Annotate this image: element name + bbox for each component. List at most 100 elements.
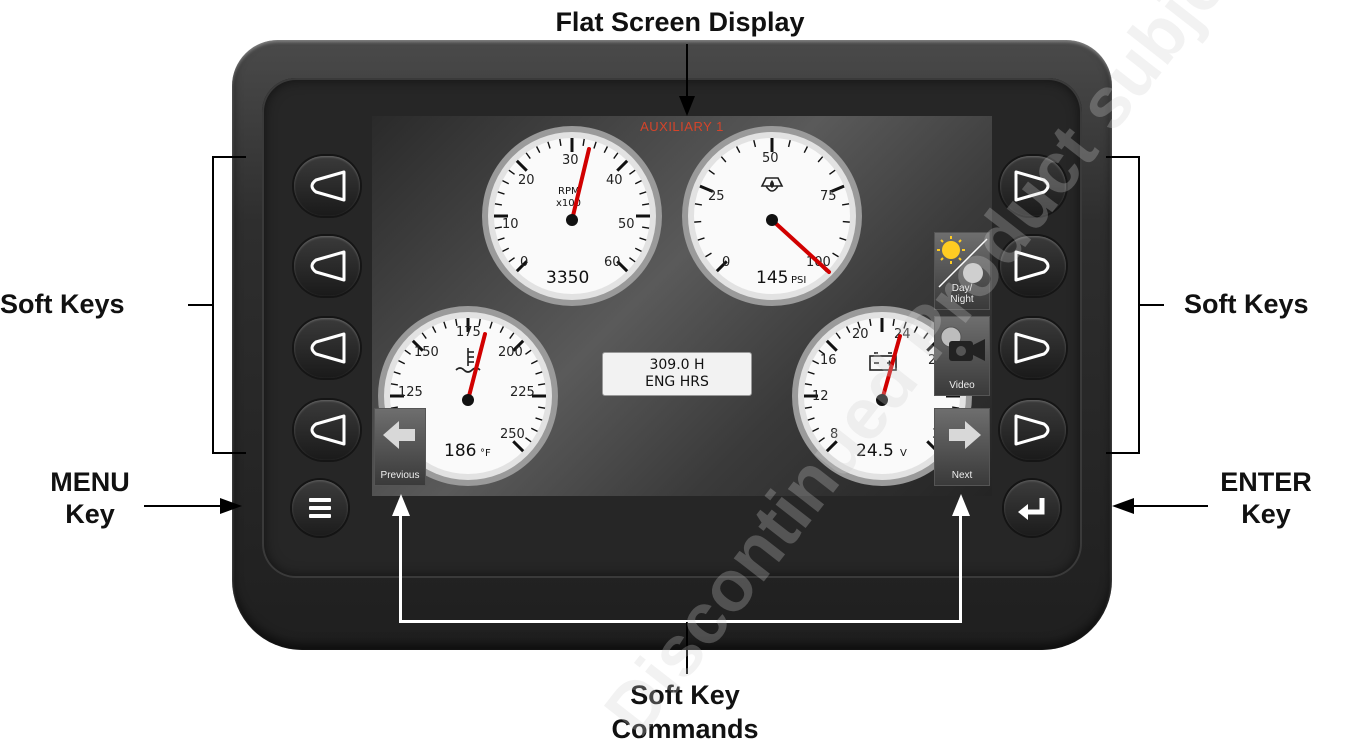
- commands-bracket-right: [959, 512, 962, 622]
- left-bracket-tick: [188, 304, 212, 306]
- hamburger-menu-icon: [309, 498, 331, 518]
- triangle-left-icon: [310, 170, 346, 202]
- previous-command[interactable]: Previous: [374, 408, 426, 486]
- right-bracket-top: [1106, 156, 1140, 158]
- arrow-down-icon: [679, 96, 695, 116]
- right-bracket-bottom: [1106, 452, 1140, 454]
- left-soft-key-2[interactable]: [294, 236, 360, 296]
- rpm-tick-label: 20: [518, 173, 535, 188]
- engine-hours-label: ENG HRS: [645, 374, 709, 390]
- triangle-right-icon: [1014, 250, 1050, 282]
- volt-tick-label: 24: [894, 327, 911, 342]
- triangle-right-icon: [1014, 332, 1050, 364]
- soft-key-commands-line1: Soft Key: [630, 680, 740, 710]
- arrow-left-icon: [383, 421, 415, 449]
- enter-key-label: ENTER Key: [1196, 466, 1336, 530]
- oil-readout: 145: [756, 268, 788, 288]
- volt-tick-label: 20: [852, 327, 869, 342]
- engine-hours-value: 309.0 H: [649, 357, 705, 373]
- volt-tick-label: 8: [830, 427, 838, 442]
- temp-tick-label: 250: [500, 427, 525, 442]
- menu-key[interactable]: [292, 480, 348, 536]
- flat-screen-display-label: Flat Screen Display: [555, 7, 805, 37]
- enter-return-icon: [1018, 498, 1045, 520]
- triangle-right-icon: [1014, 414, 1050, 446]
- minor-tick: [694, 220, 702, 223]
- right-bracket-tick: [1140, 304, 1164, 306]
- minor-tick: [842, 220, 850, 223]
- rpm-tick-label: 40: [606, 173, 623, 188]
- triangle-left-icon: [310, 250, 346, 282]
- enter-arrow-line: [1130, 505, 1208, 507]
- menu-key-label: MENU Key: [20, 466, 160, 530]
- volt-readout: 24.5: [856, 441, 894, 461]
- commands-arrow-line: [686, 622, 688, 674]
- volt-tick-label: 16: [820, 353, 837, 368]
- oil-tick-label: 75: [820, 189, 837, 204]
- day-night-label-line1: Day/: [951, 283, 973, 294]
- right-soft-key-2[interactable]: [1000, 236, 1066, 296]
- temp-unit: °F: [480, 448, 491, 459]
- left-soft-key-3[interactable]: [294, 318, 360, 378]
- video-command[interactable]: Video: [934, 316, 990, 396]
- menu-key-label-line1: MENU: [50, 467, 130, 497]
- menu-arrow-line: [144, 505, 224, 507]
- oil-unit: PSI: [791, 275, 806, 286]
- oil-tick-label: 25: [708, 189, 725, 204]
- video-camera-icon: [940, 326, 985, 361]
- next-command[interactable]: Next: [934, 408, 990, 486]
- arrow-up-icon: [392, 494, 410, 516]
- triangle-left-icon: [310, 332, 346, 364]
- menu-key-label-line2: Key: [65, 499, 115, 529]
- engine-hours-box: 309.0 H ENG HRS: [602, 352, 752, 396]
- enter-key-label-line2: Key: [1241, 499, 1291, 529]
- rpm-tick-label: 0: [520, 255, 528, 270]
- temp-tick-label: 150: [414, 345, 439, 360]
- volt-unit: V: [900, 448, 907, 459]
- right-soft-key-3[interactable]: [1000, 318, 1066, 378]
- volt-tick-label: 12: [812, 389, 829, 404]
- commands-bracket-left: [399, 512, 402, 622]
- temp-readout: 186: [444, 441, 476, 461]
- day-night-command[interactable]: Day/ Night: [934, 232, 990, 310]
- enter-key-label-line1: ENTER: [1220, 467, 1312, 497]
- soft-key-commands-label: Soft Key Commands: [560, 678, 810, 746]
- left-bracket-vertical: [212, 156, 214, 454]
- oil-tick-label: 0: [722, 255, 730, 270]
- enter-key[interactable]: [1004, 480, 1060, 536]
- arrow-right-icon: [949, 421, 981, 449]
- temp-tick-label: 125: [398, 385, 423, 400]
- triangle-left-icon: [310, 414, 346, 446]
- temp-tick-label: 225: [510, 385, 535, 400]
- left-soft-key-1[interactable]: [294, 156, 360, 216]
- right-soft-key-1[interactable]: [1000, 156, 1066, 216]
- arrow-up-icon: [952, 494, 970, 516]
- rpm-gauge: 0 10 20 30 40 50 60 RPM x100 3350: [482, 126, 662, 306]
- next-label: Next: [951, 470, 973, 481]
- temp-tick-label: 200: [498, 345, 523, 360]
- left-bracket-bottom: [212, 452, 246, 454]
- soft-key-commands-line2: Commands: [611, 714, 759, 744]
- commands-bracket-bottom: [399, 620, 962, 623]
- soft-keys-left-label: Soft Keys: [0, 289, 125, 319]
- soft-keys-right-label: Soft Keys: [1184, 289, 1309, 319]
- flat-screen-arrow-line: [686, 44, 688, 100]
- rpm-tick-label: 30: [562, 153, 579, 168]
- previous-label: Previous: [380, 470, 420, 481]
- temp-tick-label: 175: [456, 325, 481, 340]
- left-soft-key-4[interactable]: [294, 400, 360, 460]
- triangle-right-icon: [1014, 170, 1050, 202]
- rpm-tick-label: 10: [502, 217, 519, 232]
- left-bracket-top: [212, 156, 246, 158]
- rpm-tick-label: 50: [618, 217, 635, 232]
- right-soft-key-4[interactable]: [1000, 400, 1066, 460]
- rpm-tick-label: 60: [604, 255, 621, 270]
- video-label: Video: [949, 380, 975, 391]
- day-night-label-line2: Night: [950, 294, 974, 305]
- oil-tick-label: 50: [762, 151, 779, 166]
- flat-screen-display: AUXILIARY 1 0 10 20 30 40 50 60 RPM x100…: [372, 116, 992, 496]
- rpm-readout: 3350: [546, 268, 589, 288]
- oil-pressure-gauge: 0 25 50 75 100 145 PSI: [682, 126, 862, 306]
- arrow-right-icon: [220, 498, 242, 514]
- arrow-left-icon: [1112, 498, 1134, 514]
